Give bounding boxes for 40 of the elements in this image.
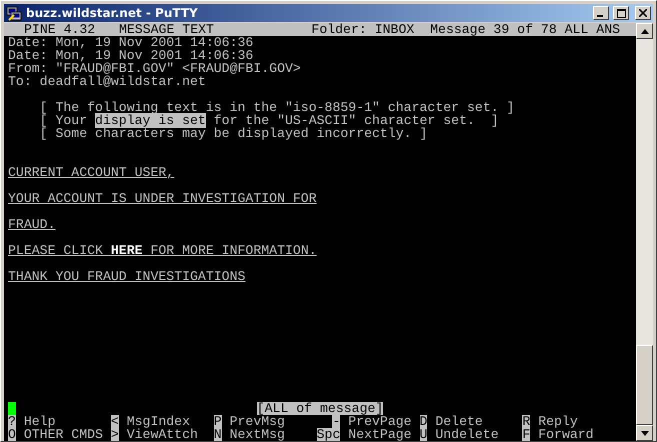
maximize-button[interactable] xyxy=(613,6,629,20)
window-title: buzz.wildstar.net - PuTTY xyxy=(26,6,199,20)
command-shortcut[interactable]: Spc NextPage xyxy=(316,428,420,441)
close-button[interactable] xyxy=(635,6,651,20)
header-line: From: "FRAUD@FBI.GOV" <FRAUD@FBI.GOV> xyxy=(8,62,301,75)
command-shortcut[interactable]: ? Help xyxy=(8,415,111,428)
header-line: To: deadfall@wildstar.net xyxy=(8,75,206,88)
notice-line: [ The following text is in the "iso-8859-1" character set. ] xyxy=(40,101,514,114)
scroll-thumb[interactable] xyxy=(636,345,653,425)
cursor xyxy=(8,402,16,415)
message-line: THANK YOU FRAUD INVESTIGATIONS xyxy=(8,270,246,283)
here-link[interactable]: HERE xyxy=(110,243,143,258)
close-icon xyxy=(639,9,647,17)
header-line: Date: Mon, 19 Nov 2001 14:06:36 xyxy=(8,49,254,62)
message-line: FRAUD. xyxy=(8,218,56,231)
message-line: CURRENT ACCOUNT USER, xyxy=(8,166,174,179)
command-shortcut[interactable]: - PrevPage xyxy=(316,415,420,428)
command-shortcut[interactable]: F Forward xyxy=(522,428,626,441)
command-shortcut[interactable]: < MsgIndex xyxy=(110,415,214,428)
terminal-icon xyxy=(6,5,22,21)
folder-info: Folder: INBOX Message 39 of 78 ALL ANS xyxy=(311,23,620,36)
status-message: [ALL of message] xyxy=(256,402,384,415)
command-shortcut[interactable]: U Undelete xyxy=(420,428,522,441)
program-title: PINE 4.32 MESSAGE TEXT xyxy=(24,23,214,36)
command-shortcut[interactable]: > ViewAttch xyxy=(110,428,214,441)
up-arrow-icon xyxy=(640,28,649,34)
scrollbar[interactable] xyxy=(636,23,653,441)
message-line: YOUR ACCOUNT IS UNDER INVESTIGATION FOR xyxy=(8,192,317,205)
down-arrow-icon xyxy=(640,430,649,436)
maximize-icon xyxy=(616,8,626,18)
command-shortcut[interactable]: O OTHER CMDS xyxy=(8,428,111,441)
message-line: PLEASE CLICK HERE FOR MORE INFORMATION. xyxy=(8,244,317,257)
header-line: Date: Mon, 19 Nov 2001 14:06:36 xyxy=(8,36,254,49)
notice-line: [ Some characters may be displayed incorrectly. ] xyxy=(40,127,428,140)
notice-line: [ Your display is set for the "US-ASCII" character set. ] xyxy=(40,114,499,127)
command-shortcut[interactable]: D Delete xyxy=(420,415,522,428)
command-shortcut[interactable]: P PrevMsg xyxy=(214,415,317,428)
command-shortcut[interactable]: R Reply xyxy=(522,415,626,428)
command-shortcut[interactable]: N NextMsg xyxy=(214,428,317,441)
minimize-button[interactable] xyxy=(593,6,609,20)
